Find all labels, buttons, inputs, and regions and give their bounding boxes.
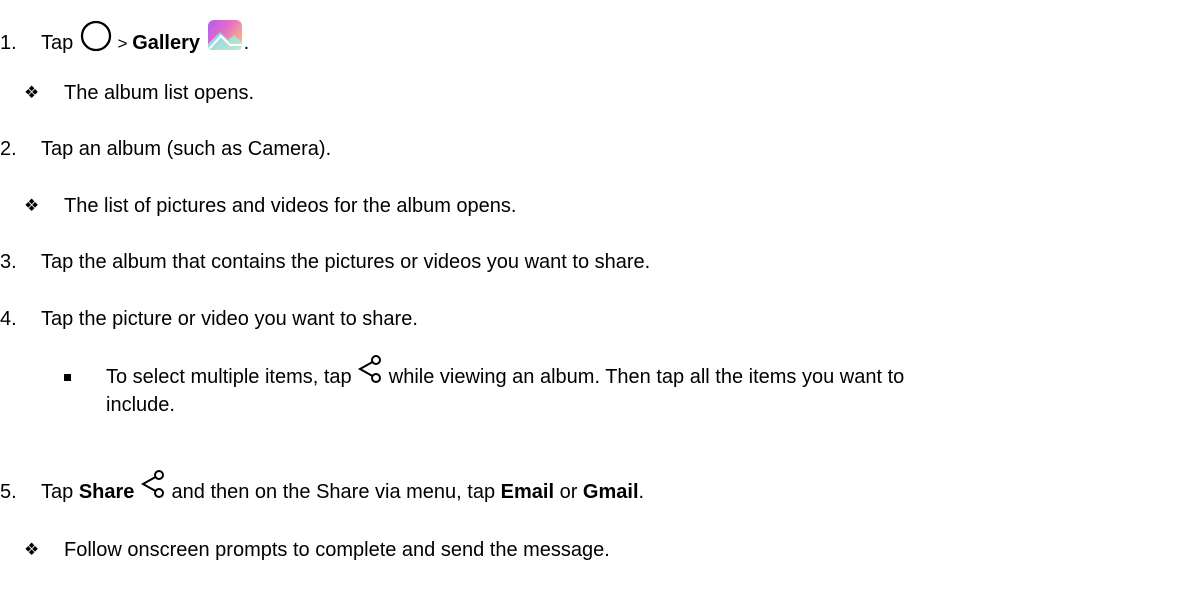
substep-text: To select multiple items, tap while view… <box>106 354 904 389</box>
home-circle-icon <box>80 20 111 51</box>
result-text: Follow onscreen prompts to complete and … <box>64 539 610 561</box>
diamond-bullet-icon: ❖ <box>24 196 40 215</box>
diamond-bullet-icon: ❖ <box>24 540 40 559</box>
step-text: Tap the picture or video you want to sha… <box>41 308 418 330</box>
result-text: The list of pictures and videos for the … <box>64 195 517 217</box>
step-number: 1. <box>0 32 17 54</box>
step-number: 3. <box>0 251 17 273</box>
step-text: Tap Share and then on the Share via menu… <box>41 469 644 504</box>
step-text: Tap an album (such as Camera). <box>41 138 332 160</box>
step-text: Tap > Gallery . <box>41 19 249 56</box>
share-icon <box>358 354 382 383</box>
share-icon <box>140 469 164 498</box>
diamond-bullet-icon: ❖ <box>24 83 40 102</box>
step-number: 2. <box>0 138 17 160</box>
gallery-app-icon <box>207 19 242 50</box>
step-number: 5. <box>0 481 17 503</box>
result-text: The album list opens. <box>64 82 255 104</box>
step-text: Tap the album that contains the pictures… <box>41 251 651 273</box>
step-number: 4. <box>0 308 17 330</box>
square-bullet-icon <box>64 374 71 381</box>
